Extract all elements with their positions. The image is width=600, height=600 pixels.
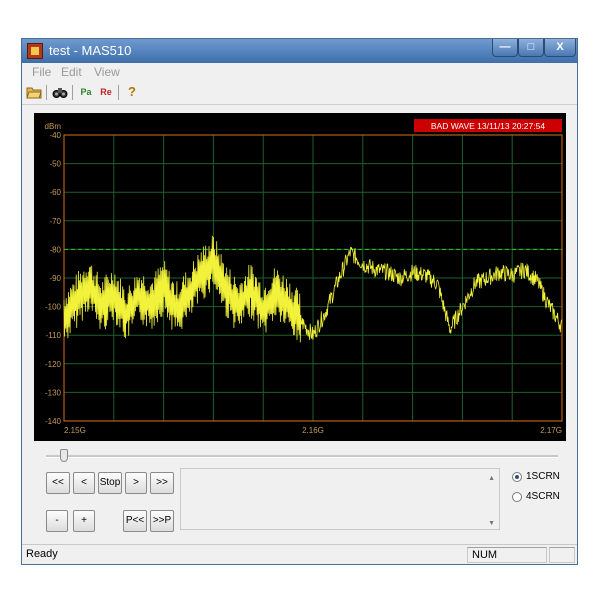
status-badge: BAD WAVE 13/11/13 20:27:54 — [431, 121, 545, 131]
x-tick-label: 2.16G — [302, 426, 324, 435]
scroll-down-icon[interactable]: ▼ — [488, 520, 495, 527]
play-icon[interactable]: Pa — [78, 84, 94, 100]
minus-button[interactable]: - — [46, 510, 68, 532]
help-icon[interactable]: ? — [124, 84, 140, 100]
y-tick-label: -140 — [45, 417, 62, 426]
y-tick-label: -90 — [49, 274, 61, 283]
status-bar: Ready NUM — [22, 544, 577, 564]
app-window: test - MAS510 — □ X File Edit View Pa Re… — [21, 38, 578, 565]
unit-label: dBm — [45, 122, 62, 131]
rewind-button[interactable]: << — [46, 472, 70, 494]
message-list[interactable]: ▲ ▼ — [180, 468, 500, 530]
fast-forward-button[interactable]: >> — [150, 472, 174, 494]
x-tick-label: 2.15G — [64, 426, 86, 435]
title-bar[interactable]: test - MAS510 — □ X — [22, 39, 577, 63]
app-icon — [27, 43, 43, 59]
binoculars-icon[interactable] — [52, 84, 68, 100]
y-tick-label: -60 — [49, 188, 61, 197]
spectrum-chart: -40 -50 -60 -70 -80 -90 -100 -110 -120 -130 -140 dB… — [45, 119, 563, 435]
status-num: NUM — [467, 547, 547, 563]
y-tick-label: -40 — [49, 131, 61, 140]
status-text: Ready — [26, 548, 58, 560]
y-tick-label: -130 — [45, 388, 62, 397]
radio-4scrn-label: 4SCRN — [526, 491, 560, 502]
menu-edit[interactable]: Edit — [61, 65, 82, 79]
scroll-up-icon[interactable]: ▲ — [488, 475, 495, 482]
status-empty — [549, 547, 575, 563]
time-slider-thumb[interactable] — [60, 449, 68, 462]
maximize-button[interactable]: □ — [518, 39, 544, 57]
y-tick-label: -110 — [46, 331, 62, 340]
radio-4scrn-dot[interactable] — [512, 492, 522, 502]
back-button[interactable]: < — [73, 472, 95, 494]
menu-bar: File Edit View — [22, 63, 577, 81]
x-tick-label: 2.17G — [540, 426, 562, 435]
y-tick-label: -50 — [49, 160, 61, 169]
window-title: test - MAS510 — [49, 43, 132, 58]
forward-button[interactable]: > — [125, 472, 147, 494]
y-tick-label: -70 — [49, 217, 61, 226]
radio-1scrn-label: 1SCRN — [526, 471, 560, 482]
plus-button[interactable]: + — [73, 510, 95, 532]
spectrum-plot[interactable]: -40 -50 -60 -70 -80 -90 -100 -110 -120 -130 -140 dB… — [34, 113, 566, 441]
y-tick-label: -100 — [45, 303, 62, 312]
record-icon[interactable]: Re — [98, 84, 114, 100]
close-button[interactable]: X — [544, 39, 576, 57]
y-tick-label: -120 — [45, 360, 62, 369]
menu-file[interactable]: File — [32, 65, 51, 79]
stop-button[interactable]: Stop — [98, 472, 122, 494]
y-tick-label: -80 — [49, 245, 61, 254]
time-slider-track[interactable] — [46, 455, 558, 458]
menu-view[interactable]: View — [94, 65, 120, 79]
minimize-button[interactable]: — — [492, 39, 518, 57]
open-folder-icon[interactable] — [26, 84, 42, 100]
prev-peak-button[interactable]: P<< — [123, 510, 147, 532]
next-peak-button[interactable]: >>P — [150, 510, 174, 532]
toolbar: Pa Re ? — [22, 81, 577, 105]
radio-1scrn-dot[interactable] — [512, 472, 522, 482]
